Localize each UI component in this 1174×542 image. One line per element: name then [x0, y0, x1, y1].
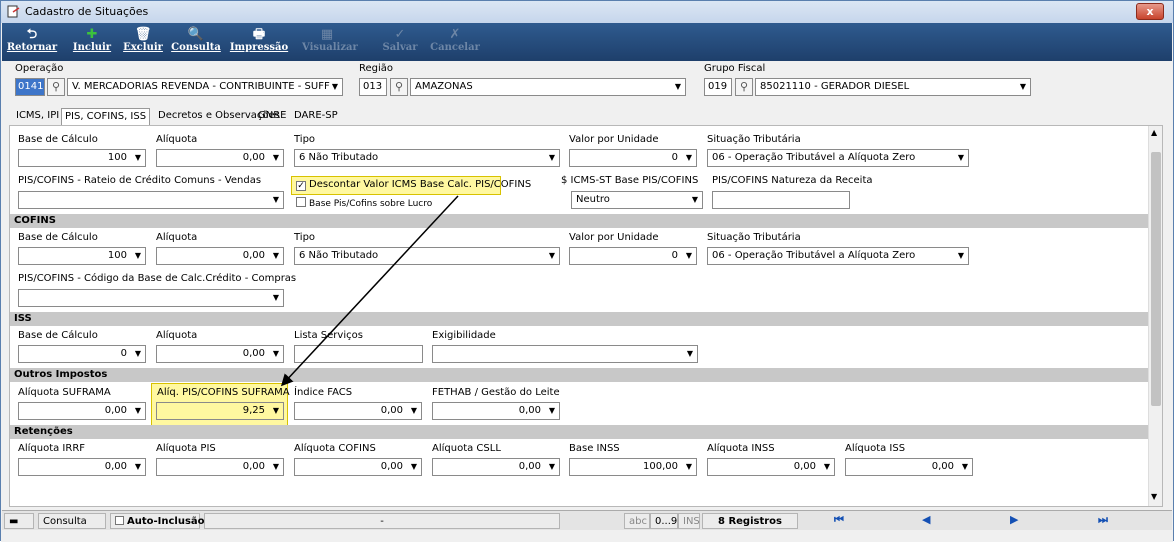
caps-indicator: abc [624, 513, 650, 529]
search-icon: 🔍 [187, 27, 205, 42]
chevron-down-icon: ▼ [1019, 82, 1026, 91]
mode-indicator: Consulta [38, 513, 106, 529]
chevron-up-icon[interactable]: ▲ [1151, 128, 1157, 137]
cancelar-button[interactable]: ✗ Cancelar [430, 27, 480, 53]
tab-pis-cofins-iss[interactable]: PIS, COFINS, ISS [61, 108, 151, 126]
main-window: Cadastro de Situações x ⮌ Retornar ✚ Inclu… [0, 0, 1174, 542]
window-icon [7, 5, 20, 18]
impressao-button[interactable]: 🖶 Impressão [228, 27, 290, 53]
window-title: Cadastro de Situações [25, 5, 149, 18]
tab-icms-ipi[interactable]: ICMS, IPI [13, 108, 62, 126]
ins-indicator: INS [678, 513, 700, 529]
cancel-icon: ✗ [449, 27, 461, 42]
grupo-fiscal-label: Grupo Fiscal [704, 63, 766, 74]
operacao-search-button[interactable]: ⚲ [47, 78, 65, 96]
consulta-button[interactable]: 🔍 Consulta [170, 27, 222, 53]
search-icon: ⚲ [51, 80, 61, 93]
auto-inclusao-checkbox[interactable]: Auto-Inclusão [110, 513, 205, 529]
grupo-code-field[interactable]: 019 [704, 78, 732, 96]
status-bar: ▬ Consulta Auto-Inclusão - abc 0...9 INS… [2, 510, 1172, 530]
status-message: - [204, 513, 560, 529]
title-bar: Cadastro de Situações x [1, 1, 1173, 23]
record-count: 8 Registros [702, 513, 798, 529]
search-icon: ⚲ [739, 80, 749, 93]
previous-record-icon[interactable]: ◀ [922, 513, 930, 526]
toolbar: ⮌ Retornar ✚ Incluir 🗑 Excluir 🔍 Consulta 🖶 I… [2, 23, 1172, 61]
visualizar-button[interactable]: ▦ Visualizar [302, 27, 358, 53]
trash-icon: 🗑 [134, 27, 152, 42]
grupo-search-button[interactable]: ⚲ [735, 78, 753, 96]
chevron-down-icon: ▼ [674, 82, 681, 91]
regiao-label: Região [359, 63, 394, 74]
operacao-label: Operação [15, 63, 64, 74]
tab-panel: Base de Cálculo 100 ▼ Alíquota 0,00 ▼ Tipo… [9, 125, 1163, 507]
regiao-select[interactable]: AMAZONAS ▼ [410, 78, 686, 96]
operacao-code-field[interactable]: 0141 [15, 78, 45, 96]
next-record-icon[interactable]: ▶ [1010, 513, 1018, 526]
back-icon: ⮌ [26, 27, 38, 42]
plus-icon: ✚ [86, 27, 98, 42]
keyboard-icon: ▬ [4, 513, 34, 529]
salvar-button[interactable]: ✓ Salvar [380, 27, 420, 53]
last-record-icon[interactable]: ⏭ [1098, 513, 1108, 527]
regiao-code-field[interactable]: 013 [359, 78, 387, 96]
annotation-arrow [280, 195, 459, 387]
incluir-button[interactable]: ✚ Incluir [72, 27, 112, 53]
printer-icon: 🖶 [252, 27, 266, 42]
retornar-button[interactable]: ⮌ Retornar [6, 27, 58, 53]
check-icon: ✓ [394, 27, 406, 42]
first-record-icon[interactable]: ⏮ [834, 513, 844, 527]
tab-dare-sp[interactable]: DARE-SP [291, 108, 341, 126]
excluir-button[interactable]: 🗑 Excluir [120, 27, 166, 53]
grupo-select[interactable]: 85021110 - GERADOR DIESEL ▼ [755, 78, 1031, 96]
operacao-select[interactable]: V. MERCADORIAS REVENDA - CONTRIBUINTE - … [67, 78, 343, 96]
close-button[interactable]: x [1136, 3, 1164, 20]
grid-icon: ▦ [320, 27, 334, 42]
regiao-search-button[interactable]: ⚲ [390, 78, 408, 96]
search-icon: ⚲ [394, 80, 404, 93]
num-indicator: 0...9 [650, 513, 678, 529]
vertical-scrollbar[interactable]: ▲ ▼ [1148, 126, 1162, 506]
chevron-down-icon[interactable]: ▼ [1151, 492, 1157, 501]
tab-gnre[interactable]: GNRE [255, 108, 290, 126]
window-bottom-border [1, 531, 1173, 542]
scrollbar-thumb[interactable] [1151, 152, 1161, 406]
chevron-down-icon: ▼ [331, 82, 338, 91]
